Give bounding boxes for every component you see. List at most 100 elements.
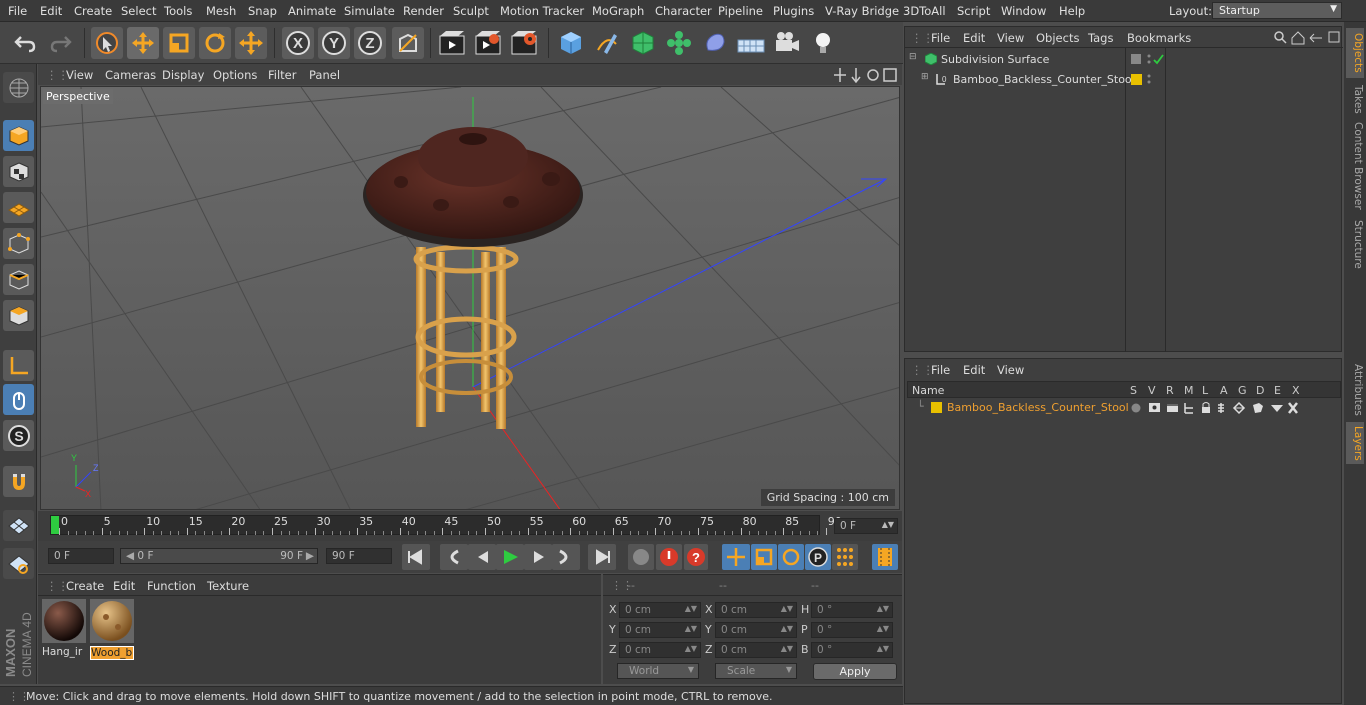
menu-edit[interactable]: Edit [40,4,62,18]
objects-menu-edit[interactable]: Edit [963,31,985,45]
redo-icon[interactable] [45,27,77,59]
layer-color-swatch[interactable] [931,402,942,413]
apply-button[interactable]: Apply [813,663,897,680]
mograph-cloner-icon[interactable] [663,27,695,59]
render-settings-icon[interactable] [508,27,540,59]
menu-mesh[interactable]: Mesh [206,4,236,18]
z-axis-icon[interactable]: Z [354,27,386,59]
menu-mograph[interactable]: MoGraph [592,4,644,18]
playhead[interactable] [51,516,59,534]
coord-value-field[interactable]: 0 cm ▲▼ [715,622,797,638]
edges-mode-icon[interactable] [3,264,34,295]
key-rotation-button[interactable] [778,544,804,570]
pen-icon[interactable] [591,27,623,59]
stepper-arrows-icon[interactable]: ▲▼ [685,624,697,633]
move-icon[interactable] [127,27,159,59]
end-frame-field[interactable]: 90 F [326,548,392,564]
menu-simulate[interactable]: Simulate [344,4,395,18]
tab-takes[interactable]: Takes [1346,82,1364,116]
menu-character[interactable]: Character [655,4,712,18]
layer-column-header[interactable]: R [1166,384,1174,397]
layer-column-header[interactable]: X [1292,384,1300,397]
subdivision-icon[interactable] [627,27,659,59]
menu-help[interactable]: Help [1059,4,1085,18]
material-menu-create[interactable]: Create [66,579,104,593]
undo-icon[interactable] [9,27,41,59]
polygons-mode-icon[interactable] [3,300,34,331]
coord-value-field[interactable]: 0 cm ▲▼ [715,602,797,618]
visibility-toggles[interactable] [1129,53,1165,67]
workplane-snap-icon[interactable] [3,548,34,579]
layer-column-header[interactable]: A [1220,384,1228,397]
enable-snap-icon[interactable] [3,510,34,541]
light-icon[interactable] [807,27,839,59]
menu-animate[interactable]: Animate [288,4,336,18]
stepper-arrows-icon[interactable]: ▲▼ [877,644,889,653]
menu-file[interactable]: File [8,4,27,18]
coord-value-field[interactable]: 0 ° ▲▼ [811,622,893,638]
stepper-arrows-icon[interactable]: ▲▼ [685,604,697,613]
start-frame-field[interactable]: 0 F [48,548,114,564]
coord-value-field[interactable]: 0 cm ▲▼ [619,642,701,658]
prev-key-button[interactable] [440,544,468,570]
tab-content-browser[interactable]: Content Browser [1346,122,1364,210]
layer-column-header[interactable]: G [1238,384,1247,397]
viewport-menu-view[interactable]: View [66,68,93,82]
menu-script[interactable]: Script [957,4,990,18]
viewport-menu-cameras[interactable]: Cameras [105,68,156,82]
coord-scale-dropdown[interactable]: Scale ▼ [715,663,797,679]
coord-value-field[interactable]: 0 cm ▲▼ [619,602,701,618]
scale-icon[interactable] [163,27,195,59]
rotate-icon[interactable] [199,27,231,59]
objects-menu-view[interactable]: View [997,31,1024,45]
coord-value-field[interactable]: 0 ° ▲▼ [811,602,893,618]
frame-range-slider[interactable]: ◀ 0 F 90 F ▶ [120,548,318,564]
menu-3dtoall[interactable]: 3DToAll [903,4,946,18]
layers-menu-edit[interactable]: Edit [963,363,985,377]
home-icon[interactable] [1291,31,1305,45]
stepper-arrows-icon[interactable]: ▲▼ [685,644,697,653]
menu-motion-tracker[interactable]: Motion Tracker [500,4,584,18]
points-mode-icon[interactable] [3,228,34,259]
layer-row[interactable]: └ Bamboo_Backless_Counter_Stool [907,399,1341,416]
menu-snap[interactable]: Snap [248,4,277,18]
viewport-menu-display[interactable]: Display [162,68,204,82]
layer-column-header[interactable]: E [1274,384,1281,397]
coord-value-field[interactable]: 0 cm ▲▼ [715,642,797,658]
recent-tool-icon[interactable] [235,27,267,59]
material-menu-edit[interactable]: Edit [113,579,135,593]
layers-menu-view[interactable]: View [997,363,1024,377]
layer-column-header[interactable]: M [1184,384,1194,397]
tab-objects[interactable]: Objects [1346,28,1364,78]
render-view-icon[interactable] [436,27,468,59]
floor-icon[interactable] [735,27,767,59]
y-axis-icon[interactable]: Y [318,27,350,59]
layer-toggle-icons[interactable] [1129,401,1309,415]
model-mode-icon[interactable] [3,120,34,151]
world-coordinate-icon[interactable] [392,27,424,59]
layer-column-header[interactable]: L [1202,384,1208,397]
new-window-icon[interactable] [1328,31,1340,43]
object-row-subdivision[interactable]: ⊟ Subdivision Surface [905,51,1343,68]
render-picture-viewer-icon[interactable] [472,27,504,59]
viewport-menu-options[interactable]: Options [213,68,257,82]
perspective-viewport[interactable]: Y Z X Perspective Grid Spacing : 100 cm [40,86,900,510]
viewport-nav-icons[interactable] [834,67,900,83]
objects-menu-objects[interactable]: Objects [1036,31,1079,45]
viewport-menu-filter[interactable]: Filter [268,68,296,82]
x-axis-icon[interactable]: X [282,27,314,59]
material-swatch[interactable]: Hang_ir [42,599,86,658]
coord-mode-dropdown[interactable]: World ▼ [617,663,699,679]
tab-attributes[interactable]: Attributes [1346,362,1364,418]
workplane-mode-icon[interactable] [3,192,34,223]
objects-menu-bookmarks[interactable]: Bookmarks [1127,31,1191,45]
layer-color-tag[interactable] [1129,73,1165,87]
timeline-ruler[interactable]: 051015202530354045505560657075808590 0 F… [38,511,902,541]
menu-vray-bridge[interactable]: V-Ray Bridge [825,4,899,18]
menu-sculpt[interactable]: Sculpt [453,4,489,18]
tweak-mode-icon[interactable] [3,384,34,415]
search-icon[interactable] [1274,31,1284,41]
stepper-arrows-icon[interactable]: ▲▼ [877,624,889,633]
layer-column-header[interactable]: V [1148,384,1156,397]
menu-create[interactable]: Create [74,4,112,18]
